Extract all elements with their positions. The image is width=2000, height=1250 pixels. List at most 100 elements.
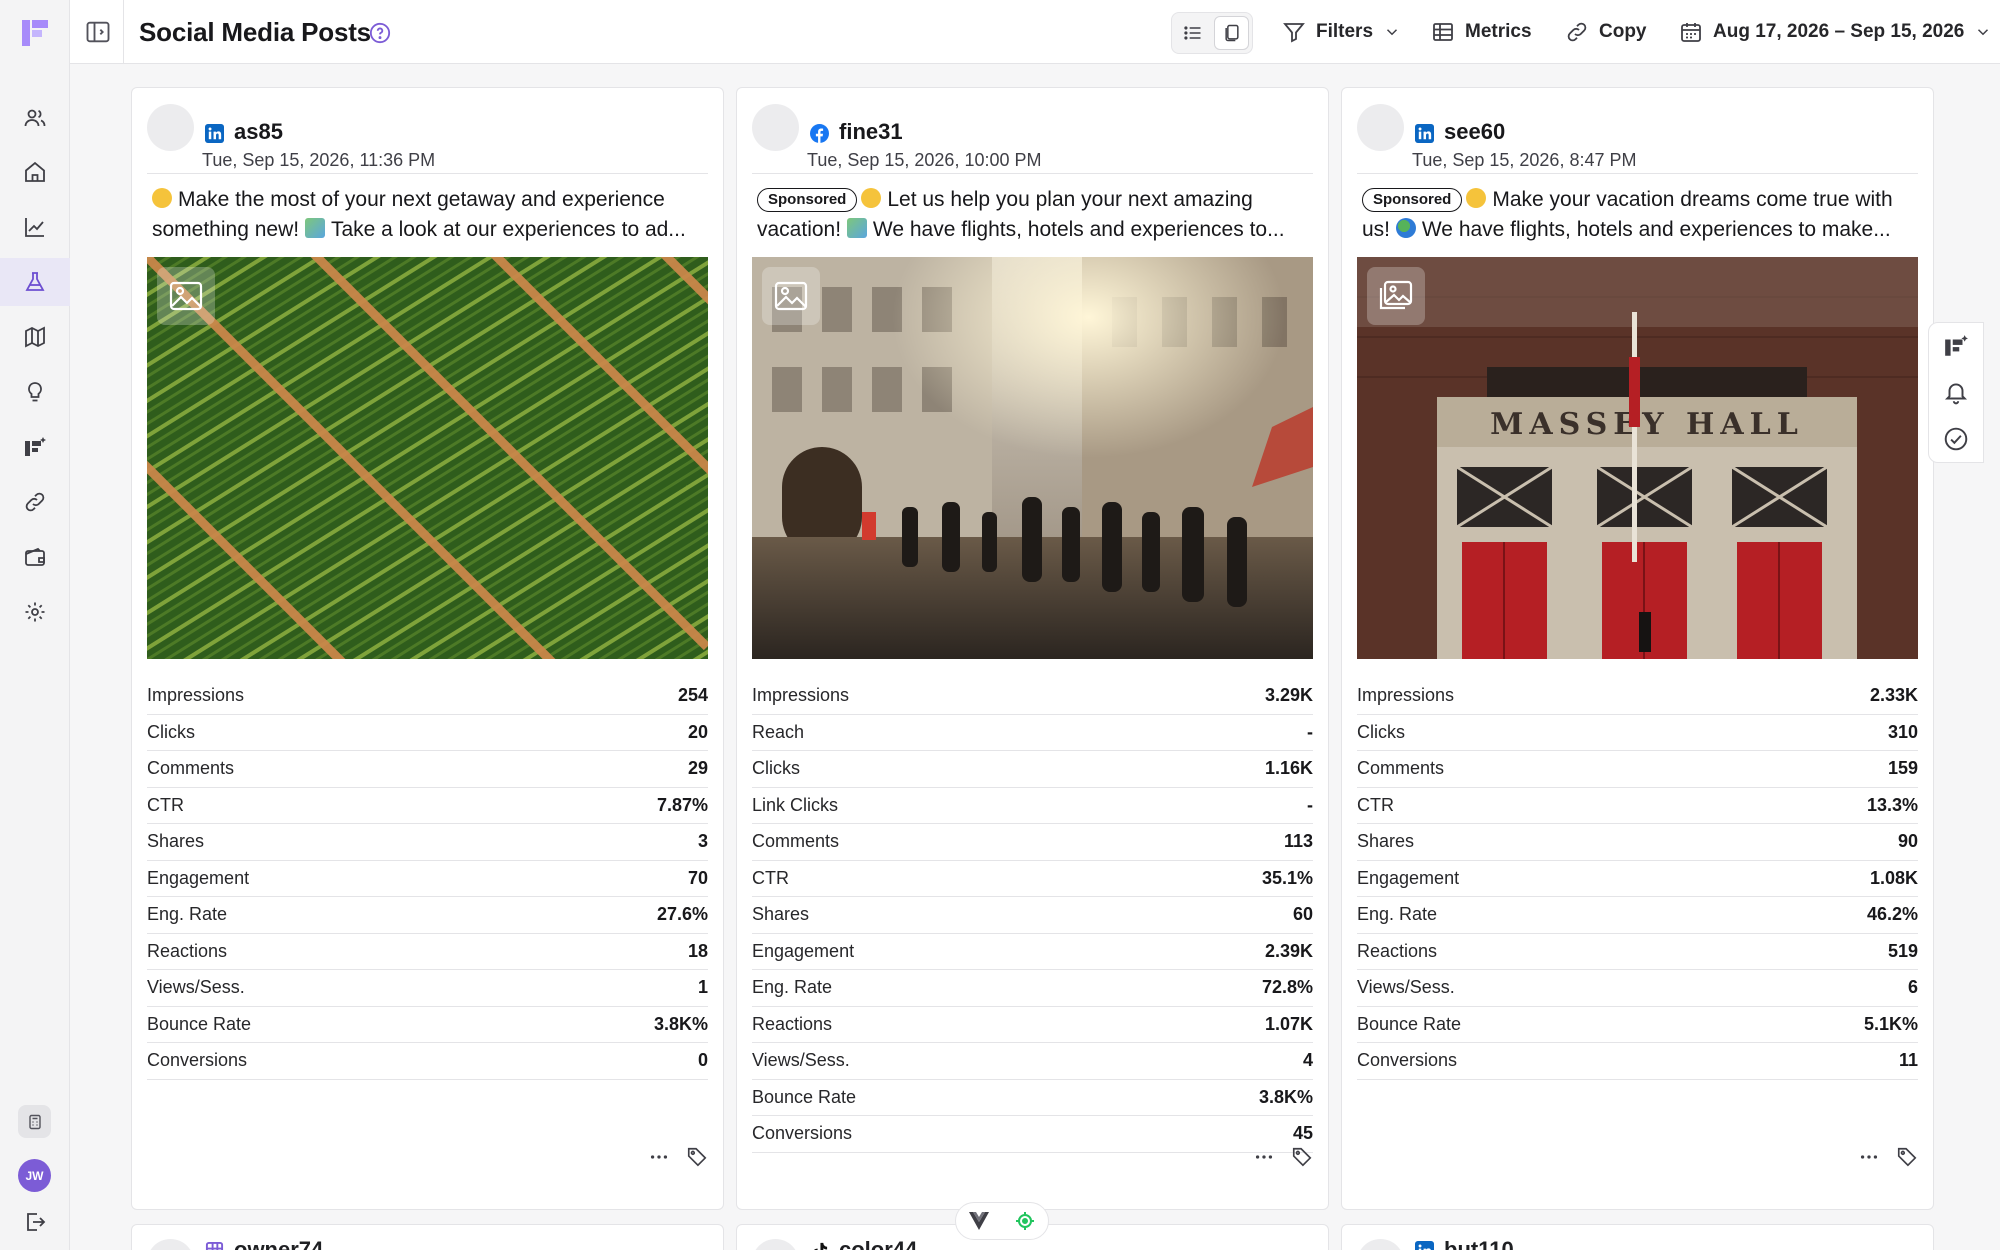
stat-label: Clicks: [752, 758, 800, 779]
more-options-icon[interactable]: [648, 1146, 670, 1168]
profile-picture: [147, 1239, 194, 1250]
nav-wallet-icon[interactable]: [0, 533, 70, 581]
vue-devtools-icon[interactable]: [969, 1212, 989, 1230]
tag-icon[interactable]: [1896, 1146, 1918, 1168]
ai-assistant-icon[interactable]: [1943, 333, 1969, 359]
city-street-photo: [752, 257, 1313, 659]
stat-value: 2.39K: [1264, 940, 1313, 961]
filters-button[interactable]: Filters: [1282, 18, 1401, 46]
notifications-bell-icon[interactable]: [1943, 379, 1969, 405]
post-card[interactable]: as85 Tue, Sep 15, 2026, 11:36 PM Make th…: [131, 87, 724, 1210]
stat-label: Engagement: [1357, 867, 1460, 888]
stat-label: Impressions: [1357, 685, 1455, 706]
stat-value: -: [1307, 794, 1313, 815]
tasks-check-icon[interactable]: [1943, 426, 1969, 452]
nav-home-icon[interactable]: [0, 148, 70, 196]
nav-lab-icon[interactable]: [0, 258, 70, 306]
post-handle[interactable]: fine31: [839, 119, 903, 145]
stat-value: 0: [697, 1050, 708, 1071]
post-text[interactable]: Make the most of your next getaway and e…: [152, 185, 712, 245]
more-options-icon[interactable]: [1253, 1146, 1275, 1168]
stat-row: Conversions 0: [147, 1043, 708, 1080]
stat-row: Reactions 18: [147, 934, 708, 970]
stat-label: Reactions: [1357, 940, 1438, 961]
date-range-label: Aug 17, 2026 – Sep 15, 2026: [1713, 21, 1965, 42]
stat-value: 13.3%: [1866, 794, 1918, 815]
stat-label: Views/Sess.: [147, 977, 245, 998]
tag-icon[interactable]: [686, 1146, 708, 1168]
linkedin-icon: [1415, 1241, 1434, 1250]
post-card[interactable]: owner74: [131, 1224, 724, 1250]
stat-row: Engagement 2.39K: [752, 934, 1313, 970]
stat-label: Conversions: [1357, 1050, 1458, 1071]
calculator-icon[interactable]: [18, 1105, 51, 1138]
right-side-tools: [1928, 322, 1984, 463]
globe-emoji-icon: [1395, 218, 1416, 238]
stat-value: 72.8%: [1261, 977, 1313, 998]
nav-settings-icon[interactable]: [0, 588, 70, 636]
stat-row: Views/Sess. 6: [1357, 970, 1918, 1007]
post-date: Tue, Sep 15, 2026, 8:47 PM: [1412, 150, 1637, 170]
sidebar-toggle-icon[interactable]: [84, 18, 112, 46]
post-image[interactable]: [752, 257, 1313, 659]
stat-row: Bounce Rate 3.8K%: [147, 1007, 708, 1043]
stat-row: CTR 35.1%: [752, 861, 1313, 897]
stat-row: Eng. Rate 46.2%: [1357, 897, 1918, 934]
stat-label: Views/Sess.: [752, 1050, 850, 1071]
app-logo-icon[interactable]: [22, 20, 48, 46]
post-handle[interactable]: color44: [839, 1237, 917, 1250]
tag-icon[interactable]: [1291, 1146, 1313, 1168]
hall-facade-photo: MASSEY HALL: [1357, 257, 1918, 659]
post-card[interactable]: fine31 Tue, Sep 15, 2026, 10:00 PM Spons…: [736, 87, 1329, 1210]
post-handle[interactable]: as85: [234, 119, 283, 145]
stat-label: Clicks: [1357, 721, 1405, 742]
stat-row: Conversions 11: [1357, 1043, 1918, 1080]
nav-analytics-icon[interactable]: [0, 203, 70, 251]
more-options-icon[interactable]: [1858, 1146, 1880, 1168]
stat-value: 18: [687, 940, 708, 961]
nav-links-icon[interactable]: [0, 478, 70, 526]
stat-row: Comments 159: [1357, 751, 1918, 788]
logout-icon[interactable]: [0, 1198, 70, 1246]
card-view-icon[interactable]: [1214, 16, 1249, 50]
stat-label: CTR: [147, 794, 184, 815]
left-rail: JW: [0, 0, 70, 1250]
stat-label: Bounce Rate: [147, 1013, 252, 1034]
post-text-part: Take a look at our experiences to ad...: [330, 218, 686, 241]
stat-row: Link Clicks -: [752, 788, 1313, 824]
crosshair-target-icon[interactable]: [1015, 1211, 1035, 1231]
post-card[interactable]: but110: [1341, 1224, 1934, 1250]
post-image[interactable]: [147, 257, 708, 659]
nav-users-icon[interactable]: [0, 94, 70, 142]
nav-ideas-icon[interactable]: [0, 368, 70, 416]
nav-map-icon[interactable]: [0, 313, 70, 361]
stat-label: Conversions: [752, 1123, 853, 1144]
date-range-picker[interactable]: Aug 17, 2026 – Sep 15, 2026: [1679, 18, 1992, 46]
stat-label: Conversions: [147, 1050, 248, 1071]
profile-picture: [752, 1239, 799, 1250]
nav-ai-icon[interactable]: [0, 423, 70, 471]
post-text[interactable]: Sponsored Make your vacation dreams come …: [1362, 185, 1922, 245]
post-handle[interactable]: see60: [1444, 119, 1505, 145]
page-title: Social Media Posts: [139, 17, 371, 47]
grid-network-icon: [205, 1241, 224, 1250]
post-stats: Impressions 254 Clicks 20 Comments 29 CTR 7.87%…: [147, 678, 708, 1080]
user-avatar[interactable]: JW: [18, 1159, 51, 1192]
post-handle[interactable]: but110: [1444, 1237, 1514, 1250]
list-view-icon[interactable]: [1175, 16, 1210, 50]
stat-row: Reach -: [752, 715, 1313, 751]
stat-row: Eng. Rate 27.6%: [147, 897, 708, 934]
linkedin-icon: [1415, 124, 1434, 143]
post-card[interactable]: see60 Tue, Sep 15, 2026, 8:47 PM Sponsor…: [1341, 87, 1934, 1210]
metrics-button[interactable]: Metrics: [1431, 18, 1532, 46]
stat-label: Comments: [1357, 758, 1445, 779]
help-icon[interactable]: [369, 22, 391, 44]
post-image[interactable]: MASSEY HALL: [1357, 257, 1918, 659]
post-handle[interactable]: owner74: [234, 1237, 323, 1250]
stat-value: 3.29K: [1264, 685, 1313, 706]
copy-button[interactable]: Copy: [1565, 18, 1647, 46]
tiktok-icon: [813, 1242, 828, 1250]
profile-picture: [1357, 1239, 1404, 1250]
post-text[interactable]: Sponsored Let us help you plan your next …: [757, 185, 1317, 245]
stat-row: Engagement 1.08K: [1357, 861, 1918, 897]
